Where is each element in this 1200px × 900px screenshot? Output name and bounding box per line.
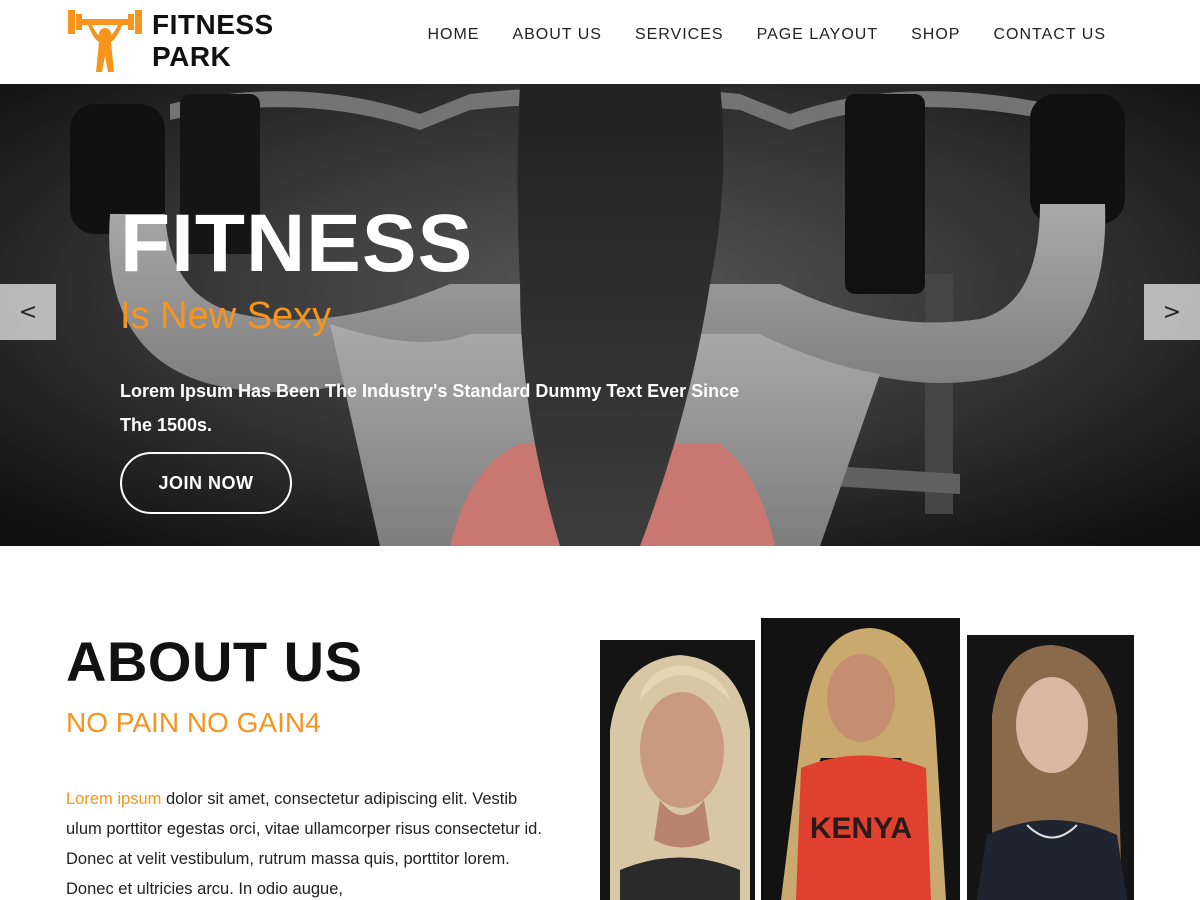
about-photo-1	[600, 640, 755, 900]
hero-title: FITNESS	[120, 198, 474, 289]
about-subtitle: NO PAIN NO GAIN4	[66, 707, 321, 738]
hero-slider: FITNESS Is New Sexy Lorem Ipsum Has Been…	[0, 84, 1200, 546]
hero-description: Lorem Ipsum Has Been The Industry's Stan…	[120, 381, 740, 435]
hero-subtitle: Is New Sexy	[120, 295, 332, 337]
nav-item-services[interactable]: SERVICES	[635, 26, 724, 44]
about-highlight: Lorem ipsum	[66, 790, 162, 808]
photo-shirt-text: KENYA	[810, 812, 912, 845]
about-title: ABOUT US	[66, 630, 363, 693]
weightlifter-icon	[66, 8, 144, 74]
slider-next-button[interactable]: >	[1144, 284, 1200, 340]
nav-item-about-us[interactable]: ABOUT US	[512, 26, 602, 44]
chevron-right-icon: >	[1162, 299, 1182, 325]
nav-item-page-layout[interactable]: PAGE LAYOUT	[757, 26, 879, 44]
site-header: FITNESS PARK HOME ABOUT US SERVICES PAGE…	[0, 0, 1200, 84]
join-now-button[interactable]: JOIN NOW	[120, 452, 292, 514]
chevron-left-icon: <	[18, 299, 38, 325]
nav-item-contact-us[interactable]: CONTACT US	[993, 26, 1106, 44]
about-photo-2: KENYA	[761, 618, 960, 900]
nav-item-shop[interactable]: SHOP	[911, 26, 960, 44]
about-paragraph: Lorem ipsum dolor sit amet, consectetur …	[66, 784, 546, 900]
logo-text: FITNESS PARK	[152, 9, 274, 73]
slider-prev-button[interactable]: <	[0, 284, 56, 340]
logo-line-2: PARK	[152, 41, 232, 72]
about-photo-3	[967, 635, 1134, 900]
nav-item-home[interactable]: HOME	[427, 26, 479, 44]
site-logo[interactable]: FITNESS PARK	[66, 8, 276, 74]
main-nav: HOME ABOUT US SERVICES PAGE LAYOUT SHOP …	[394, 26, 1106, 44]
logo-line-1: FITNESS	[152, 9, 274, 40]
